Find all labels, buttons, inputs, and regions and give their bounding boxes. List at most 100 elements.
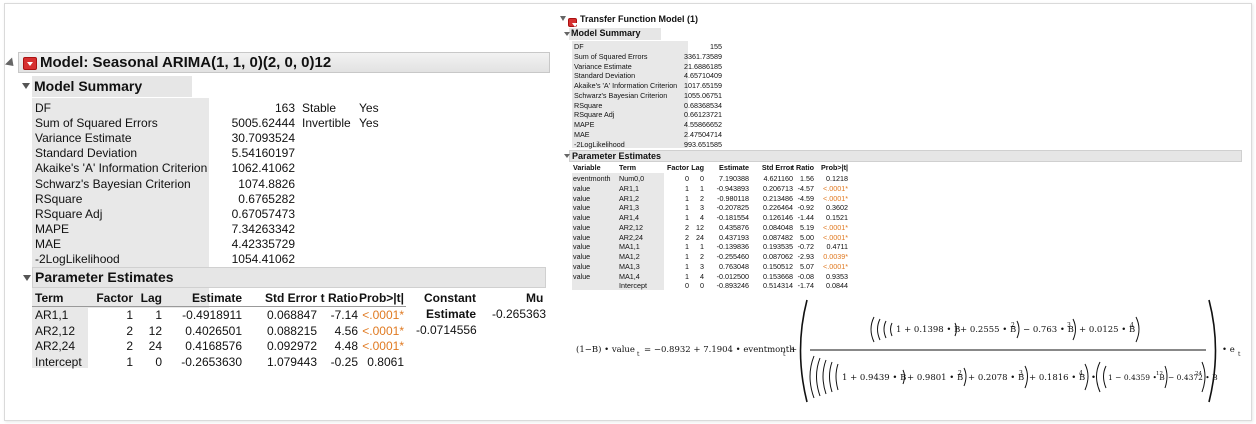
- denominator-exp-e: 12: [1156, 371, 1163, 377]
- right-summary-value: 993.651585: [684, 139, 722, 149]
- right-model-summary-title: Model Summary: [571, 28, 641, 38]
- right-param-header: Term: [619, 163, 637, 172]
- right-param-cell-variable: value: [573, 261, 591, 271]
- summary-label: Sum of Squared Errors: [35, 116, 158, 131]
- right-param-cell-variable: value: [573, 232, 591, 242]
- right-summary-value: 4.55866652: [684, 120, 722, 129]
- right-summary-label: Standard Deviation: [574, 71, 636, 81]
- right-summary-label: MAPE: [574, 120, 595, 129]
- right-param-cell-term: MA1,2: [619, 252, 640, 261]
- side-value: Yes: [359, 116, 379, 131]
- right-summary-value: 21.6886185: [684, 61, 722, 71]
- numerator-term-d: + 0.0125 • B: [1079, 325, 1135, 335]
- right-summary-label: DF: [574, 42, 584, 51]
- right-parameter-estimates-header[interactable]: Parameter Estimates: [564, 150, 1242, 162]
- summary-value: 7.34263342: [231, 221, 295, 236]
- summary-value: 0.67057473: [231, 206, 295, 221]
- summary-value: 5005.62444: [231, 116, 295, 131]
- param-header: Estimate: [191, 291, 242, 305]
- right-summary-value: 0.66123721: [684, 110, 722, 120]
- param-cell-estimate: 0.4168576: [185, 339, 242, 353]
- summary-label: -2LogLikelihood: [35, 252, 120, 266]
- summary-value: 163: [274, 101, 295, 115]
- right-param-cell-prob: 0.0844: [826, 281, 848, 291]
- disclosure-icon[interactable]: [22, 83, 30, 89]
- right-param-cell-prob: <.0001*: [823, 232, 848, 242]
- denominator-term-d: + 0.1816 • B: [1029, 373, 1085, 383]
- right-param-cell-prob: 0.3602: [826, 203, 848, 213]
- right-param-cell-estimate: -0.255460: [716, 252, 749, 261]
- right-param-cell-estimate: 0.435876: [719, 222, 749, 232]
- summary-label: RSquare: [35, 191, 83, 206]
- equation-rhs-subscript: t: [1238, 351, 1241, 358]
- param-cell-estimate: 0.4026501: [185, 323, 242, 338]
- right-param-cell-estimate: 0.437193: [719, 232, 749, 242]
- denominator-exp-d: 4: [1079, 370, 1083, 377]
- red-triangle-menu-icon[interactable]: [23, 57, 37, 70]
- right-param-cell-estimate: 7.190388: [719, 174, 749, 183]
- transfer-title: Transfer Function Model (1): [580, 14, 699, 24]
- equation-rhs: • e: [1222, 345, 1235, 355]
- disclosure-icon[interactable]: [564, 32, 570, 36]
- param-cell-prob: <.0001*: [362, 339, 404, 353]
- right-param-cell-prob: 0.0039*: [823, 252, 848, 261]
- denominator-term-b: + 0.9801 • B: [907, 373, 963, 383]
- transfer-title-bar[interactable]: Transfer Function Model (1): [560, 13, 1248, 27]
- disclosure-icon[interactable]: [560, 16, 566, 21]
- right-summary-value: 3361.73589: [684, 51, 722, 61]
- right-param-cell-estimate: -0.139836: [716, 242, 749, 252]
- right-summary-value: 1017.65159: [684, 81, 722, 90]
- right-param-cell-lag: 24: [696, 232, 704, 242]
- right-param-cell-variable: value: [573, 252, 591, 261]
- denominator-exp-c: 3: [1019, 370, 1023, 377]
- right-param-cell-variable: value: [573, 193, 591, 203]
- right-summary-value: 0.68368534: [684, 100, 722, 110]
- side-value: Yes: [359, 101, 379, 115]
- right-param-cell-variable: value: [573, 203, 591, 213]
- param-cell-lag: 0: [155, 354, 162, 369]
- right-param-cell-lag: 4: [700, 271, 704, 281]
- summary-label: Standard Deviation: [35, 146, 138, 161]
- right-param-cell-lag: 0: [700, 281, 704, 291]
- right-param-cell-prob: 0.1218: [826, 174, 848, 183]
- numerator-exp-c: 3: [1067, 322, 1071, 329]
- right-summary-value: 155: [710, 42, 722, 51]
- right-param-header: Prob>|t|: [821, 163, 848, 172]
- right-parameter-estimates-table: Variable Term Factor Lag Estimate Std Error t …: [572, 163, 862, 291]
- disclosure-icon[interactable]: [564, 154, 570, 158]
- right-param-cell-variable: value: [573, 222, 591, 232]
- constant-subheader: Estimate: [426, 307, 477, 321]
- summary-label: Variance Estimate: [35, 131, 132, 146]
- right-param-cell-term: MA1,3: [619, 261, 640, 271]
- right-param-cell-variable: eventmonth: [573, 174, 611, 183]
- model-summary-title: Model Summary: [34, 78, 143, 94]
- right-param-cell-lag: 2: [700, 252, 704, 261]
- model-summary-header[interactable]: Model Summary: [22, 76, 192, 97]
- right-model-summary-header[interactable]: Model Summary: [564, 28, 661, 40]
- right-param-header: Variable: [573, 163, 601, 172]
- summary-value: 1062.41062: [231, 161, 295, 176]
- parameter-estimates-header[interactable]: Parameter Estimates: [23, 267, 546, 288]
- disclosure-icon[interactable]: [23, 275, 31, 281]
- param-cell-prob: <.0001*: [362, 308, 404, 322]
- param-cell-lag: 12: [148, 323, 162, 338]
- red-triangle-menu-icon[interactable]: [568, 18, 578, 27]
- right-param-cell-lag: 12: [696, 222, 704, 232]
- numerator-term-b: + 0.2555 • B: [960, 325, 1016, 335]
- right-param-cell-variable: value: [573, 242, 591, 252]
- seasonal-arima-report: Model: Seasonal ARIMA(1, 1, 0)(2, 0, 0)1…: [4, 50, 552, 372]
- right-summary-label: Akaike's 'A' Information Criterion: [574, 81, 678, 90]
- param-cell-lag: 1: [155, 308, 162, 322]
- numerator-exp-d: 4: [1130, 322, 1134, 329]
- right-summary-label: Schwarz's Bayesian Criterion: [574, 90, 668, 100]
- parameter-estimates-title: Parameter Estimates: [35, 269, 174, 285]
- right-param-cell-estimate: -0.012500: [716, 271, 749, 281]
- summary-value: 30.7093524: [231, 131, 295, 146]
- equation-mid: = −0.8932 + 7.1904 • eventmonth: [644, 345, 795, 355]
- right-param-cell-lag: 0: [700, 174, 704, 183]
- right-param-cell-prob: 0.1521: [826, 213, 848, 222]
- side-label: Stable: [302, 101, 337, 115]
- model-title-bar[interactable]: Model: Seasonal ARIMA(1, 1, 0)(2, 0, 0)1…: [4, 52, 550, 73]
- right-param-cell-term: AR1,4: [619, 213, 639, 222]
- right-param-cell-prob: 0.4711: [826, 242, 848, 252]
